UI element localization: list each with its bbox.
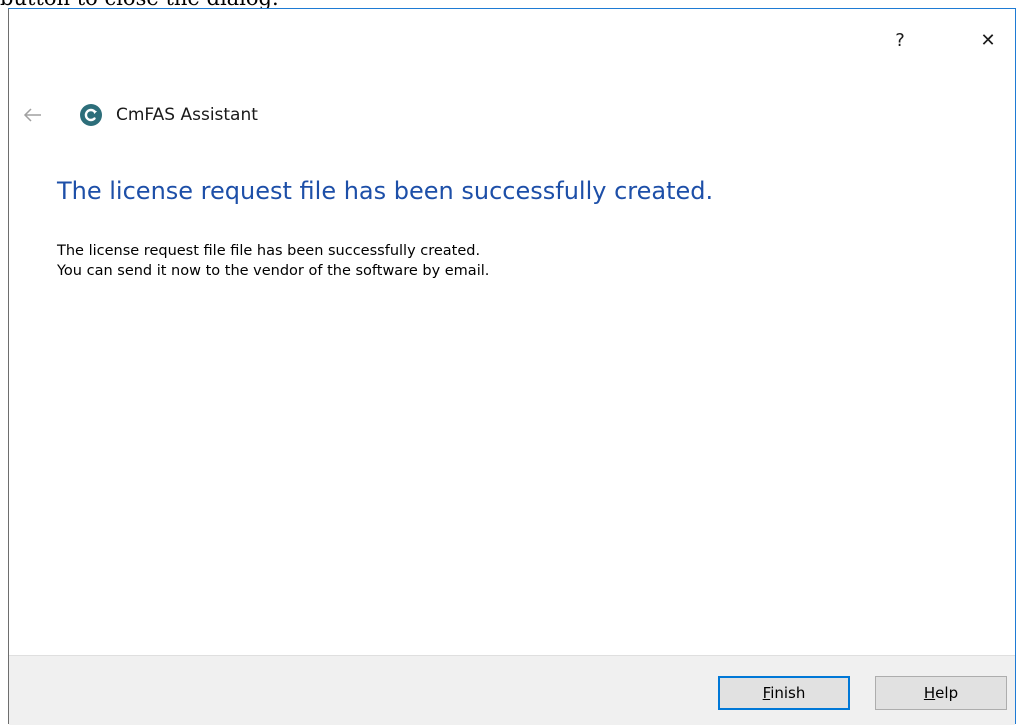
finish-button[interactable]: Finish [718,676,850,710]
message-line: The license request file file has been s… [57,243,481,259]
question-icon: ? [895,29,905,51]
close-icon: ✕ [980,29,996,51]
back-arrow-icon[interactable] [21,103,45,127]
help-button[interactable]: Help [875,676,1007,710]
message-body: The license request file file has been s… [57,241,489,281]
page-heading: The license request file has been succes… [57,177,714,205]
dialog-header: CmFAS Assistant [9,93,1015,139]
dialog-footer: Finish Help [9,655,1015,725]
app-title: CmFAS Assistant [116,105,258,125]
help-title-button[interactable]: ? [877,9,923,71]
close-button[interactable]: ✕ [965,9,1011,71]
message-line: You can send it now to the vendor of the… [57,263,490,279]
cmfas-assistant-dialog: ? ✕ CmFAS Assistant The license request … [8,8,1016,725]
help-button-label: Help [923,684,959,702]
finish-button-label: Finish [762,684,806,702]
cmfas-app-icon [80,104,102,126]
